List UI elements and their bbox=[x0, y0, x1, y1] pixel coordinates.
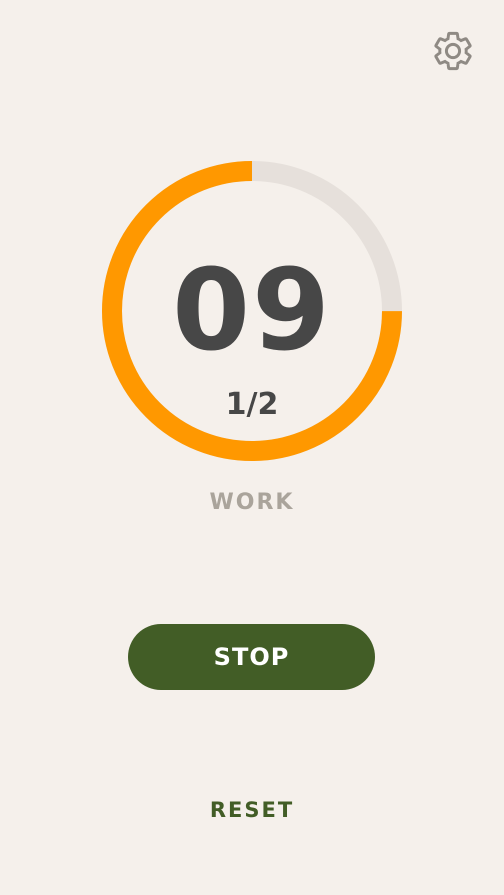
time-remaining: 09 bbox=[172, 246, 332, 376]
stop-button[interactable]: STOP bbox=[128, 624, 375, 690]
round-counter: 1/2 bbox=[225, 387, 279, 422]
settings-button[interactable] bbox=[431, 29, 475, 73]
stop-button-label: STOP bbox=[213, 643, 290, 671]
phase-label: WORK bbox=[209, 490, 295, 515]
gear-icon bbox=[434, 31, 472, 71]
reset-button[interactable]: RESET bbox=[0, 795, 504, 825]
